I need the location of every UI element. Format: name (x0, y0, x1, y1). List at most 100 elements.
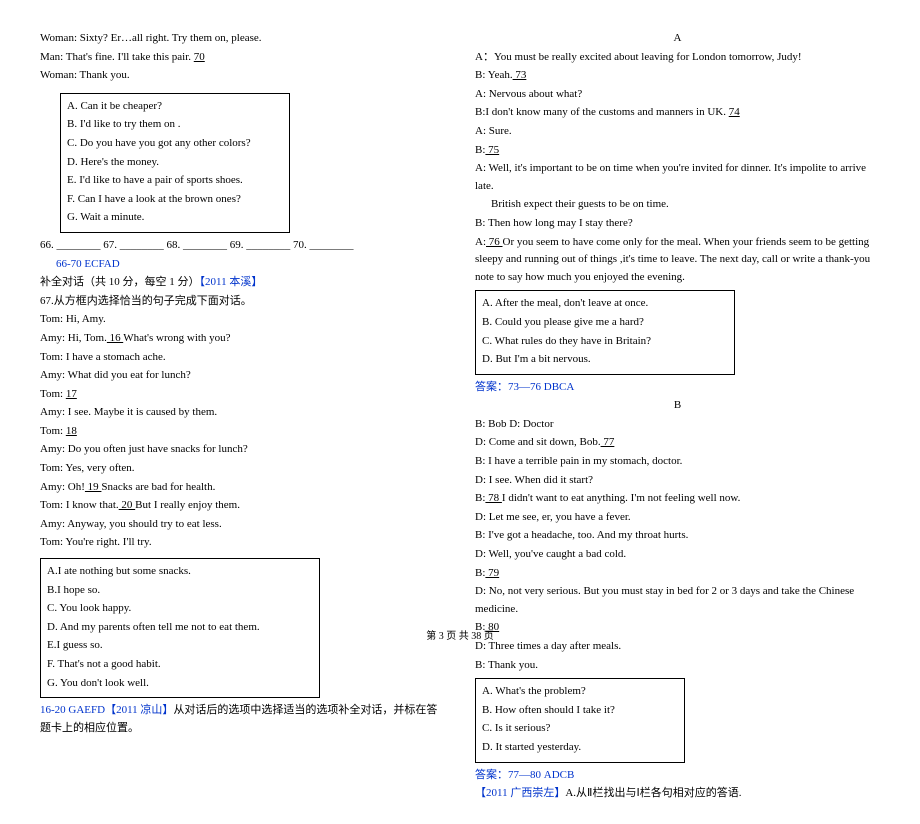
text: B: (475, 144, 485, 156)
text: B:I don't know many of the customs and m… (475, 106, 729, 118)
dialogue-line: D: Let me see, er, you have a fever. (475, 509, 880, 527)
answer-key: 66-70 ECFAD (40, 256, 445, 274)
dialogue-line: B: I have a terrible pain in my stomach,… (475, 453, 880, 471)
text: Man: That's fine. I'll take this pair. (40, 51, 194, 63)
source-tag: 【2011 本溪】 (200, 276, 263, 288)
text: Amy: Oh! (40, 481, 85, 493)
blank-74: 74 (729, 106, 740, 118)
dialogue-line: Woman: Thank you. (40, 67, 445, 85)
blank-73: 73 (513, 69, 527, 81)
dialogue-line: Tom: I have a stomach ache. (40, 349, 445, 367)
text: Tom: I know that. (40, 499, 119, 511)
dialogue-line: B: I've got a headache, too. And my thro… (475, 527, 880, 545)
section-header: 补全对话（共 10 分，每空 1 分）【2011 本溪】 (40, 274, 445, 292)
dialogue-line: Tom: 18 (40, 423, 445, 441)
dialogue-line: D: Come and sit down, Bob. 77 (475, 434, 880, 452)
option: C. Is it serious? (482, 720, 678, 738)
options-box-a: A. Can it be cheaper? B. I'd like to try… (60, 93, 290, 233)
dialogue-line: B: Yeah. 73 (475, 67, 880, 85)
dialogue-line: B: 79 (475, 565, 880, 583)
option: F. That's not a good habit. (47, 656, 313, 674)
dialogue-line: B: Then how long may I stay there? (475, 215, 880, 233)
dialogue-line: Amy: Hi, Tom. 16 What's wrong with you? (40, 330, 445, 348)
answer-key: 16-20 GAEFD (40, 704, 105, 716)
option: G. Wait a minute. (67, 209, 283, 227)
dialogue-line: D: Well, you've caught a bad cold. (475, 546, 880, 564)
blank-20: 20 (119, 499, 136, 511)
option: C. Do you have you got any other colors? (67, 135, 283, 153)
text: Or you seem to have come only for the me… (475, 236, 870, 283)
source-tag: 【2011 凉山】 (105, 704, 173, 716)
dialogue-line: A: 76 Or you seem to have come only for … (475, 234, 880, 287)
option: D. Here's the money. (67, 154, 283, 172)
answer-key: 答案：73—76 DBCA (475, 379, 880, 397)
dialogue-line: Tom: 17 (40, 386, 445, 404)
dialogue-line: Man: That's fine. I'll take this pair. 7… (40, 49, 445, 67)
text: What's wrong with you? (123, 332, 230, 344)
text: I didn't want to eat anything. I'm not f… (502, 492, 740, 504)
instruction: 67.从方框内选择恰当的句子完成下面对话。 (40, 293, 445, 311)
option: B. Could you please give me a hard? (482, 314, 728, 332)
option: B.I hope so. (47, 582, 313, 600)
dialogue-line: Amy: I see. Maybe it is caused by them. (40, 404, 445, 422)
blank-78: 78 (485, 492, 502, 504)
text: But I really enjoy them. (135, 499, 240, 511)
option: G. You don't look well. (47, 675, 313, 693)
dialogue-line: Woman: Sixty? Er…all right. Try them on,… (40, 30, 445, 48)
role-legend: B: Bob D: Doctor (475, 416, 880, 434)
right-column: A A：You must be really excited about lea… (475, 30, 880, 804)
text: B: Yeah. (475, 69, 513, 81)
blank-70: 70 (194, 51, 205, 63)
dialogue-line: A: Well, it's important to be on time wh… (475, 160, 880, 195)
blank-75: 75 (485, 144, 499, 156)
blank-77: 77 (601, 436, 615, 448)
option: C. You look happy. (47, 600, 313, 618)
text: D: Come and sit down, Bob. (475, 436, 601, 448)
dialogue-line: Amy: What did you eat for lunch? (40, 367, 445, 385)
dialogue-line: B: 78 I didn't want to eat anything. I'm… (475, 490, 880, 508)
text: B: (475, 567, 485, 579)
option: E. I'd like to have a pair of sports sho… (67, 172, 283, 190)
blank-17: 17 (66, 388, 77, 400)
text: Amy: Hi, Tom. (40, 332, 107, 344)
blank-19: 19 (85, 481, 102, 493)
text: 补全对话（共 10 分，每空 1 分） (40, 276, 200, 288)
blank-16: 16 (107, 332, 123, 344)
option: D. It started yesterday. (482, 739, 678, 757)
text: B: (475, 492, 485, 504)
answer-key: 答案：77—80 ADCB (475, 767, 880, 785)
text: A: (475, 236, 486, 248)
dialogue-line: B: Thank you. (475, 657, 880, 675)
text: Tom: (40, 425, 66, 437)
dialogue-line: D: No, not very serious. But you must st… (475, 583, 880, 618)
option: A. Can it be cheaper? (67, 98, 283, 116)
dialogue-line: Tom: You're right. I'll try. (40, 534, 445, 552)
dialogue-line: British expect their guests to be on tim… (475, 196, 880, 214)
blank-76: 76 (486, 236, 503, 248)
option: C. What rules do they have in Britain? (482, 333, 728, 351)
dialogue-line: B:I don't know many of the customs and m… (475, 104, 880, 122)
tail-line: 【2011 广西崇左】A.从Ⅱ栏找出与Ⅰ栏各句相对应的答语. (475, 785, 880, 803)
dialogue-line: D: I see. When did it start? (475, 472, 880, 490)
section-title-a: A (475, 30, 880, 48)
blank-18: 18 (66, 425, 77, 437)
option: A. After the meal, don't leave at once. (482, 295, 728, 313)
dialogue-line: Amy: Do you often just have snacks for l… (40, 441, 445, 459)
page-footer: 第 3 页 共 38 页 (0, 627, 920, 642)
option: A. What's the problem? (482, 683, 678, 701)
blank-79: 79 (485, 567, 499, 579)
source-tag: 【2011 广西崇左】 (475, 787, 565, 799)
dialogue-line: A：You must be really excited about leavi… (475, 49, 880, 67)
text: A.从Ⅱ栏找出与Ⅰ栏各句相对应的答语. (565, 787, 741, 799)
section-title-b: B (475, 397, 880, 415)
text: Snacks are bad for health. (101, 481, 215, 493)
dialogue-line: Amy: Anyway, you should try to eat less. (40, 516, 445, 534)
left-column: Woman: Sixty? Er…all right. Try them on,… (40, 30, 445, 804)
dialogue-line: Tom: Hi, Amy. (40, 311, 445, 329)
dialogue-line: A: Nervous about what? (475, 86, 880, 104)
option: B. I'd like to try them on . (67, 116, 283, 134)
option: A.I ate nothing but some snacks. (47, 563, 313, 581)
number-blanks: 66. ________ 67. ________ 68. ________ 6… (40, 237, 445, 255)
options-box-d: A. What's the problem? B. How often shou… (475, 678, 685, 762)
text: Tom: (40, 388, 66, 400)
